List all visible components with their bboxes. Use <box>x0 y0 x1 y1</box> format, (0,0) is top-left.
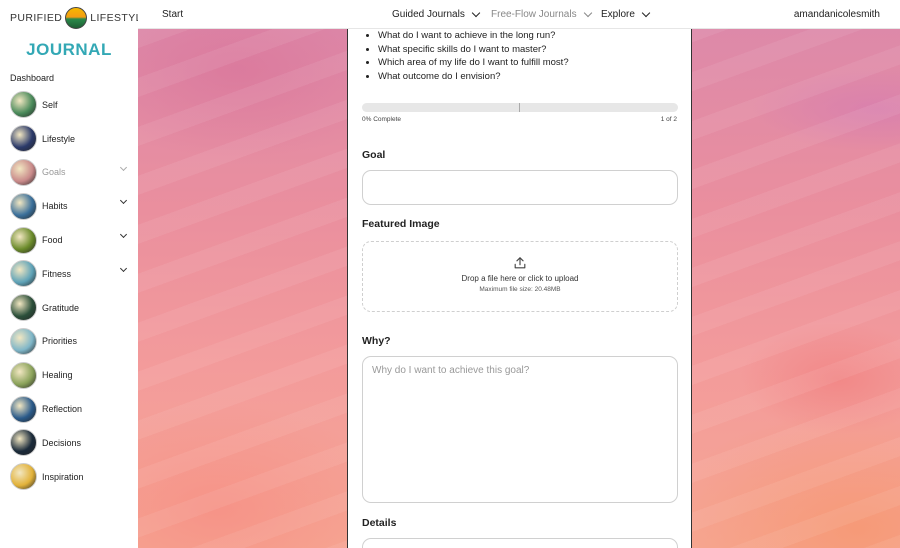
sidebar-item-label: Gratitude <box>42 302 80 313</box>
avatar <box>10 429 37 457</box>
sidebar-item-label: Self <box>42 99 58 110</box>
goal-label: Goal <box>362 149 386 161</box>
sidebar-dashboard-link[interactable]: Dashboard <box>10 73 54 83</box>
sidebar-item-label: Decisions <box>42 437 82 448</box>
prompt-item: Which area of my life do I want to fulfi… <box>378 56 569 70</box>
progress-step-divider <box>519 103 520 112</box>
chevron-down-icon[interactable] <box>119 264 128 273</box>
nav-start-label: Start <box>162 9 184 20</box>
sidebar-item-inspiration[interactable]: Inspiration <box>10 460 132 494</box>
nav-explore[interactable]: Explore <box>601 0 651 29</box>
sidebar-item-label: Healing <box>42 370 73 381</box>
details-input[interactable] <box>362 538 678 548</box>
chevron-down-icon <box>471 8 481 18</box>
sidebar-item-priorities[interactable]: Priorities <box>10 325 132 359</box>
avatar <box>10 226 37 254</box>
progress-percent: 0% Complete <box>362 116 402 123</box>
sidebar-item-label: Lifestyle <box>42 133 76 144</box>
nav-explore-label: Explore <box>601 9 635 20</box>
nav-guided-journals[interactable]: Guided Journals <box>392 0 481 29</box>
chevron-down-icon[interactable] <box>119 163 128 171</box>
sidebar: PURIFIED LIFESTYLE JOURNAL Dashboard Sel… <box>0 0 149 548</box>
journal-form-panel: What do I want to achieve in the long ru… <box>347 29 692 548</box>
avatar <box>10 463 37 491</box>
sidebar-item-label: Priorities <box>42 336 78 347</box>
sidebar-item-decisions[interactable]: Decisions <box>10 426 132 460</box>
sidebar-item-label: Inspiration <box>42 471 84 482</box>
sidebar-item-self[interactable]: Self <box>10 88 132 122</box>
sidebar-item-gratitude[interactable]: Gratitude <box>10 291 132 325</box>
sidebar-item-healing[interactable]: Healing <box>10 358 132 392</box>
chevron-down-icon[interactable] <box>119 197 128 205</box>
sidebar-item-label: Fitness <box>42 268 72 279</box>
avatar <box>10 361 37 389</box>
chevron-down-icon[interactable] <box>119 231 128 239</box>
avatar <box>10 327 37 355</box>
upload-icon <box>514 257 526 269</box>
sidebar-item-label: Habits <box>42 201 68 212</box>
chevron-down-icon <box>583 8 592 18</box>
avatar <box>10 91 37 119</box>
sidebar-item-goals[interactable]: Goals <box>10 156 132 190</box>
progress-bar <box>362 103 678 112</box>
sidebar-title: JOURNAL <box>26 40 112 59</box>
prompt-item: What specific skills do I want to master… <box>378 43 569 57</box>
nav-start[interactable]: Start <box>162 0 183 29</box>
sidebar-item-label: Goals <box>42 167 66 178</box>
page-indicator: 1 of 2 <box>660 116 677 123</box>
avatar <box>10 294 37 322</box>
sidebar-nav: Self Lifestyle Goals Habits Food Fitness Grati… <box>10 88 132 494</box>
avatar <box>10 260 37 288</box>
prompt-list: What do I want to achieve in the long ru… <box>378 29 569 83</box>
details-label: Details <box>362 517 397 529</box>
sidebar-item-fitness[interactable]: Fitness <box>10 257 132 291</box>
chevron-down-icon <box>641 8 651 18</box>
nav-freeflow-label: Free-Flow Journals <box>491 9 577 20</box>
file-upload-dropzone[interactable]: Drop a file here or click to upload Maxi… <box>362 241 678 312</box>
sidebar-item-label: Reflection <box>42 404 83 415</box>
sidebar-item-food[interactable]: Food <box>10 223 132 257</box>
goal-input[interactable] <box>362 170 678 205</box>
nav-free-flow-journals[interactable]: Free-Flow Journals <box>491 0 592 29</box>
avatar <box>10 125 37 153</box>
sidebar-item-habits[interactable]: Habits <box>10 189 132 223</box>
logo-sun-icon <box>65 7 88 29</box>
nav-guided-label: Guided Journals <box>392 9 465 20</box>
sidebar-item-lifestyle[interactable]: Lifestyle <box>10 122 132 156</box>
sidebar-item-reflection[interactable]: Reflection <box>10 392 132 426</box>
avatar <box>10 192 37 220</box>
upload-max-size: Maximum file size: 20.48MB <box>479 286 561 293</box>
prompt-item: What outcome do I envision? <box>378 70 569 84</box>
upload-instruction: Drop a file here or click to upload <box>461 274 579 283</box>
prompt-item: What do I want to achieve in the long ru… <box>378 29 569 43</box>
logo-text-left: PURIFIED <box>10 12 63 24</box>
top-navigation: Start Guided Journals Free-Flow Journals… <box>138 0 900 29</box>
sidebar-item-label: Food <box>42 235 63 246</box>
why-textarea[interactable] <box>362 356 678 503</box>
username: amandanicolesmith <box>793 9 880 20</box>
avatar <box>10 395 37 423</box>
featured-image-label: Featured Image <box>362 218 440 230</box>
user-menu[interactable]: amandanicolesmith <box>794 0 880 29</box>
avatar <box>10 158 37 186</box>
why-label: Why? <box>362 335 391 347</box>
logo[interactable]: PURIFIED LIFESTYLE <box>10 7 149 29</box>
